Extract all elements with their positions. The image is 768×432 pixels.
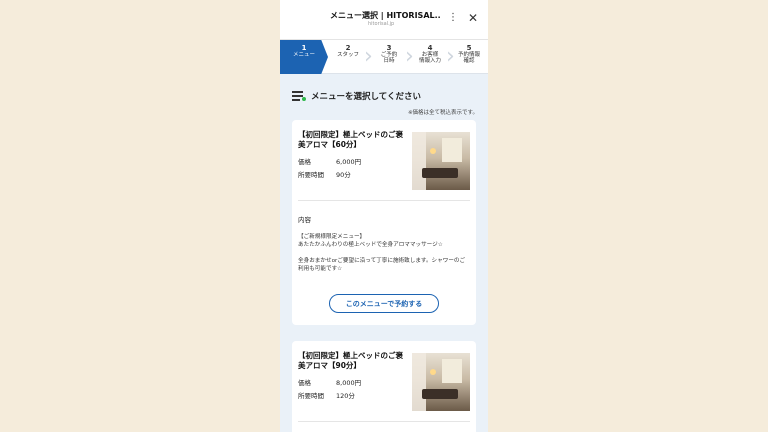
- step-menu: 1 メニュー: [280, 40, 328, 74]
- browser-top-bar: メニュー選択 | HITORISAL... hitorisal.jp ⋮ ✕: [280, 0, 488, 40]
- divider: [298, 421, 470, 422]
- duration-row: 所要時間 120分: [298, 390, 355, 400]
- book-this-menu-button[interactable]: このメニューで予約する: [329, 294, 439, 313]
- menu-list-icon: [292, 91, 306, 101]
- price-label: 価格: [298, 379, 311, 387]
- step-number: 4: [427, 44, 433, 52]
- content-label: 内容: [298, 216, 311, 224]
- step-number: 2: [345, 44, 351, 52]
- step-number: 3: [386, 44, 392, 52]
- price-value: 6,000円: [336, 158, 362, 166]
- menu-card: 【初回限定】極上ベッドのご褒美アロマ【60分】 価格 6,000円 所要時間 90分…: [292, 120, 476, 325]
- step-label: お客様 情報入力: [418, 52, 441, 65]
- step-label: 予約情報 確認: [457, 52, 480, 65]
- page-url: hitorisal.jp: [368, 21, 395, 27]
- duration-row: 所要時間 90分: [298, 169, 351, 179]
- step-confirm: 5 予約情報 確認: [450, 40, 488, 74]
- page-title: メニュー選択 | HITORISAL...: [330, 11, 440, 20]
- booking-step-indicator: 1 メニュー 2 スタッフ › 3 ご予約 日時 › 4 お客様 情報入力 › …: [280, 40, 488, 74]
- duration-value: 120分: [336, 392, 355, 400]
- menu-photo: [412, 353, 470, 411]
- price-value: 8,000円: [336, 379, 362, 387]
- menu-name: 【初回限定】極上ベッドのご褒美アロマ【60分】: [298, 130, 403, 150]
- step-label: スタッフ: [336, 52, 359, 59]
- mobile-screen: メニュー選択 | HITORISAL... hitorisal.jp ⋮ ✕ 1…: [280, 0, 488, 432]
- step-label: ご予約 日時: [380, 52, 398, 65]
- more-vertical-icon[interactable]: ⋮: [448, 10, 458, 26]
- step-datetime: 3 ご予約 日時: [370, 40, 408, 74]
- menu-photo: [412, 132, 470, 190]
- tax-note: ※価格は全て税込表示です。: [407, 110, 478, 116]
- menu-card: 【初回限定】極上ベッドのご褒美アロマ【90分】 価格 8,000円 所要時間 120…: [292, 341, 476, 432]
- duration-label: 所要時間: [298, 171, 324, 179]
- divider: [298, 200, 470, 201]
- price-label: 価格: [298, 158, 311, 166]
- price-row: 価格 6,000円: [298, 156, 361, 166]
- section-header: メニューを選択してください: [292, 90, 421, 102]
- step-staff: 2 スタッフ: [328, 40, 368, 74]
- price-row: 価格 8,000円: [298, 377, 361, 387]
- duration-label: 所要時間: [298, 392, 324, 400]
- menu-description: 【ご新規様限定メニュー】 あたたかふんわりの極上ベッドで全身アロママッサージ☆ …: [298, 234, 466, 273]
- duration-value: 90分: [336, 171, 351, 179]
- close-icon[interactable]: ✕: [466, 10, 480, 26]
- step-label: メニュー: [292, 52, 315, 59]
- step-number: 5: [466, 44, 472, 52]
- menu-name: 【初回限定】極上ベッドのご褒美アロマ【90分】: [298, 351, 403, 371]
- step-customer-info: 4 お客様 情報入力: [411, 40, 449, 74]
- step-number: 1: [301, 44, 307, 52]
- section-title: メニューを選択してください: [311, 92, 421, 102]
